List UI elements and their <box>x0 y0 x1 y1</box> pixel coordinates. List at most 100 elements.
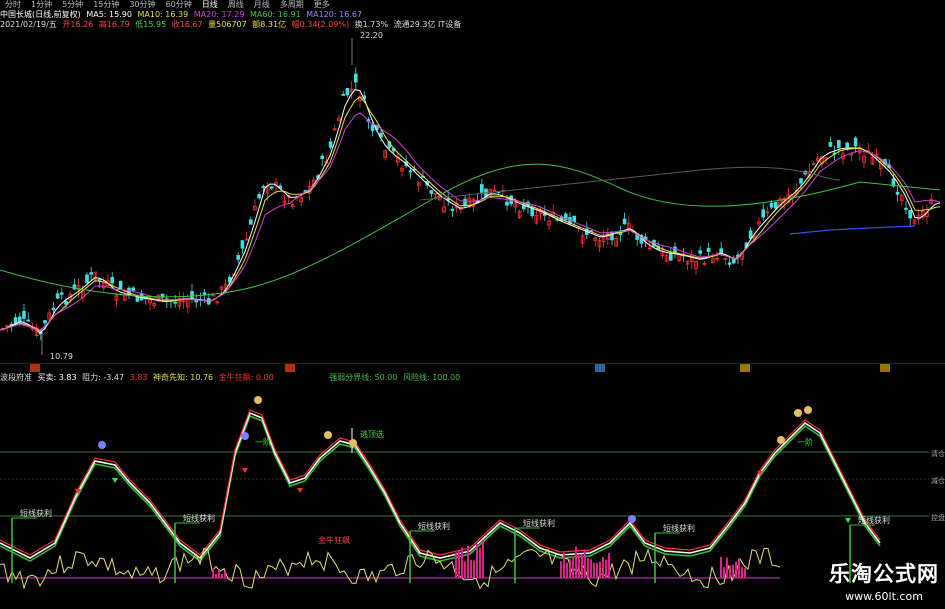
candle-body <box>43 320 47 324</box>
date-marker[interactable] <box>595 364 605 372</box>
escape-annotation: 逃顶选 <box>360 429 384 439</box>
histogram-bar <box>735 561 737 578</box>
candle-body <box>706 247 711 252</box>
qiang-value: 强弱分界线: 50.00 <box>329 373 398 382</box>
candle-body <box>853 137 858 147</box>
yellow-momentum-line <box>0 547 781 590</box>
histogram-bar <box>560 561 562 578</box>
tab-10[interactable]: 更多 <box>309 0 335 10</box>
histogram-bar <box>593 562 595 578</box>
candle-body <box>89 272 94 275</box>
histogram-bar <box>729 565 731 578</box>
candle-body <box>761 209 765 218</box>
candle-body <box>463 198 467 207</box>
stock-name: 中国长城(日线,前复权) <box>0 10 81 19</box>
candle-body <box>236 255 241 260</box>
tab-0[interactable]: 分时 <box>0 0 26 10</box>
tab-2[interactable]: 5分钟 <box>57 0 88 10</box>
high-price-label: 22.20 <box>360 31 383 40</box>
profit-label: 短线获利 <box>663 523 695 533</box>
histogram-bar <box>738 558 740 578</box>
profit-label: 短线获利 <box>183 513 215 523</box>
candle-body <box>26 319 30 322</box>
profit-label: 短线获利 <box>523 518 555 528</box>
histogram-bar <box>581 554 583 578</box>
histogram-bar <box>587 558 589 578</box>
candle-body <box>248 219 253 225</box>
candle-body <box>908 209 912 219</box>
arrow-icon <box>242 468 248 473</box>
histogram-bar <box>723 567 725 578</box>
buysell-value: 买卖: 3.83 <box>37 373 77 382</box>
ma120-value: MA120: 16.67 <box>306 10 363 19</box>
candle-body <box>837 140 841 148</box>
histogram-bar <box>720 556 722 578</box>
resist-value: 阻力: -3.47 <box>82 373 125 382</box>
histogram-bar <box>215 573 217 578</box>
quote-line: 2021/02/19/五 开16.26 高16.79 低15.95 收16.67… <box>0 20 464 30</box>
histogram-bar <box>482 539 484 578</box>
tab-4[interactable]: 30分钟 <box>124 0 160 10</box>
candle-body <box>904 207 908 210</box>
candle-body <box>769 202 774 208</box>
quote-close: 收16.67 <box>171 20 203 29</box>
histogram-bar <box>744 568 746 578</box>
histogram-bar <box>726 557 728 578</box>
candle-body <box>799 178 803 184</box>
osc-white-line <box>0 411 881 560</box>
date-marker[interactable] <box>740 364 750 372</box>
date-marker[interactable] <box>30 364 40 372</box>
ma10-value: MA10: 16.39 <box>137 10 189 19</box>
profit-label: 短线获利 <box>20 508 52 518</box>
candle-body <box>845 142 849 148</box>
tab-8[interactable]: 月线 <box>249 0 275 10</box>
jinniu-value: 金牛狂飙: 0.00 <box>218 373 274 382</box>
candle-body <box>194 299 199 303</box>
ma120-line-dim <box>419 166 841 201</box>
candle-body <box>429 190 434 194</box>
candle-body <box>60 292 64 295</box>
tab-9[interactable]: 多周期 <box>275 0 309 10</box>
candle-body <box>774 202 778 209</box>
candle-body <box>257 194 261 199</box>
signal-icon <box>777 436 785 444</box>
right-label-reduce: 减仓 <box>929 476 945 486</box>
tab-5[interactable]: 60分钟 <box>161 0 197 10</box>
candle-body <box>110 277 115 284</box>
candle-body <box>173 301 178 304</box>
candle-body <box>698 250 702 254</box>
arrow-icon <box>112 478 118 483</box>
tab-1[interactable]: 1分钟 <box>26 0 57 10</box>
title-line: 中国长城(日线,前复权) MA5: 15.90 MA10: 16.39 MA20… <box>0 10 365 20</box>
quote-open: 开16.26 <box>62 20 94 29</box>
candle-body <box>622 218 627 225</box>
candle-body <box>97 278 102 281</box>
signal-icon <box>241 432 249 440</box>
candle-body <box>408 170 413 173</box>
histogram-bar <box>566 562 568 578</box>
histogram-bar <box>563 552 565 578</box>
tab-3[interactable]: 15分钟 <box>88 0 124 10</box>
tab-6[interactable]: 日线 <box>197 0 223 10</box>
date-marker[interactable] <box>880 364 890 372</box>
indicator-chart[interactable]: 短线获利短线获利短线获利 短线获利短线获利短线获利金牛狂飙逃顶选一阶 一阶 <box>0 383 945 609</box>
stage-annotation: 一阶 <box>797 437 813 447</box>
histogram-bar <box>596 562 598 578</box>
candle-body <box>669 253 673 261</box>
histogram-bar <box>479 547 481 578</box>
histogram-bar <box>584 549 586 578</box>
date-marker[interactable] <box>285 364 295 372</box>
histogram-bar <box>605 559 607 578</box>
histogram-bar <box>218 569 220 578</box>
candle-body <box>64 301 68 305</box>
tab-7[interactable]: 周线 <box>223 0 249 10</box>
candlestick-chart[interactable] <box>0 30 945 365</box>
quote-low: 低15.95 <box>135 20 167 29</box>
signal-icon <box>794 409 802 417</box>
ma60-line <box>0 163 941 298</box>
candle-body <box>190 291 194 299</box>
histogram-bar <box>221 573 223 578</box>
candle-body <box>328 141 333 148</box>
candle-body <box>370 124 375 132</box>
signal-icon <box>254 396 262 404</box>
